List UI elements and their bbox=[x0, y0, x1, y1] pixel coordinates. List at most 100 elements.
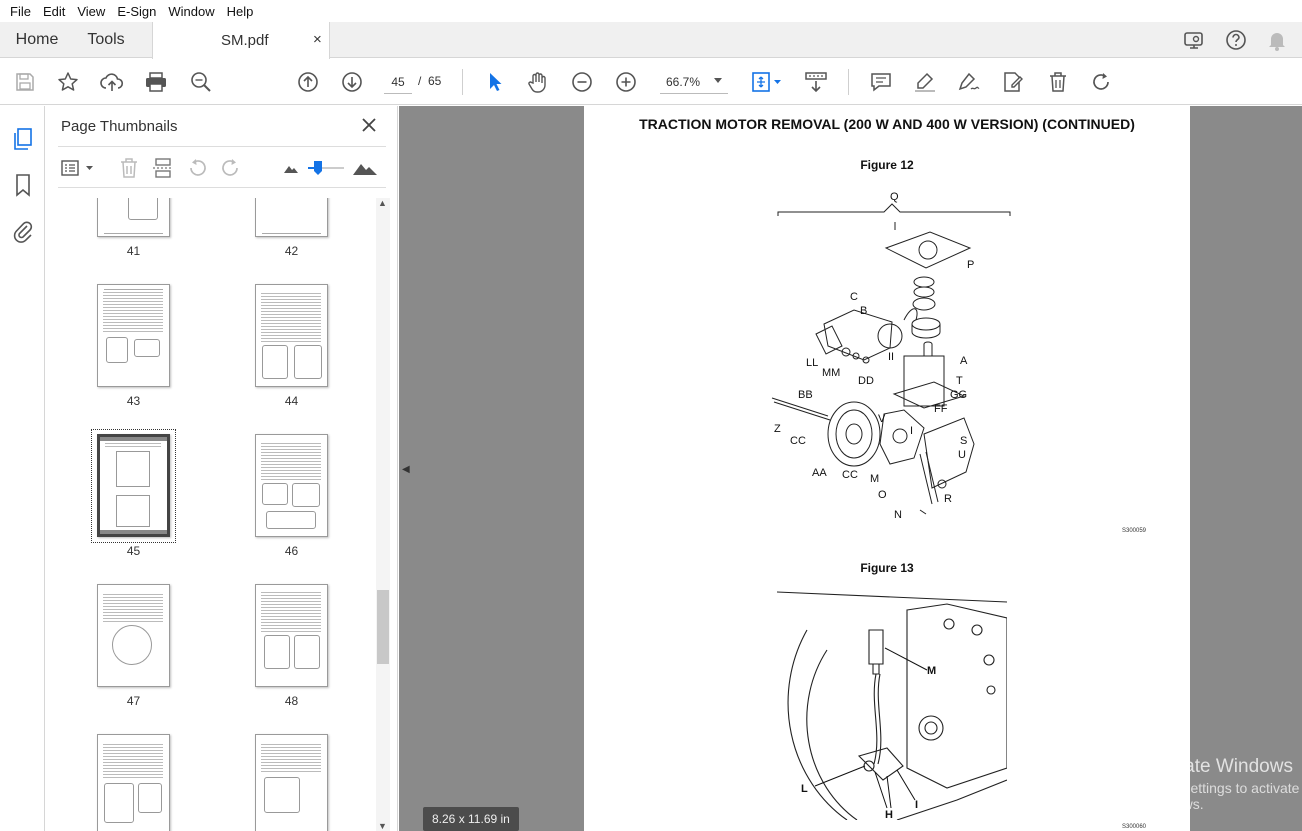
thumbnail-label: 44 bbox=[284, 394, 299, 408]
close-tab-icon[interactable]: × bbox=[313, 31, 322, 48]
hand-tool-icon[interactable] bbox=[525, 69, 551, 95]
thumbnail-page-44[interactable] bbox=[255, 284, 328, 387]
svg-text:Q: Q bbox=[890, 191, 899, 203]
svg-text:II: II bbox=[888, 351, 894, 363]
thumbnail-list: 41 42 43 44 45 46 47 48 bbox=[60, 198, 374, 831]
zoom-in-icon[interactable] bbox=[613, 69, 639, 95]
thumbnail-size-slider[interactable] bbox=[304, 155, 348, 181]
svg-text:MM: MM bbox=[822, 367, 840, 379]
attachments-paperclip-icon[interactable] bbox=[10, 218, 36, 244]
edit-document-icon[interactable] bbox=[1000, 69, 1026, 95]
upload-cloud-icon[interactable] bbox=[99, 69, 125, 95]
thumbnail-page-41[interactable] bbox=[97, 198, 170, 237]
svg-text:BB: BB bbox=[798, 389, 813, 401]
menu-help[interactable]: Help bbox=[221, 4, 260, 19]
next-page-icon[interactable] bbox=[339, 69, 365, 95]
chevron-down-icon bbox=[714, 78, 722, 83]
delete-trash-icon[interactable] bbox=[1045, 69, 1071, 95]
svg-text:L: L bbox=[801, 783, 808, 795]
save-icon[interactable] bbox=[12, 69, 38, 95]
svg-text:R: R bbox=[944, 493, 952, 505]
page-thumbnails-icon[interactable] bbox=[10, 126, 36, 152]
main-toolbar: 45 / 65 66.7% bbox=[0, 59, 1302, 105]
figure-12-code: S300059 bbox=[1122, 528, 1147, 534]
thumbnail-label: 45 bbox=[126, 544, 141, 558]
thumbnail-page-42[interactable] bbox=[255, 198, 328, 237]
delete-page-icon[interactable] bbox=[116, 155, 142, 181]
svg-text:GG: GG bbox=[950, 389, 967, 401]
svg-text:N: N bbox=[894, 509, 902, 521]
thumbnail-page-50[interactable] bbox=[255, 734, 328, 831]
zoom-out-icon[interactable] bbox=[569, 69, 595, 95]
svg-text:M: M bbox=[870, 473, 879, 485]
toolbar-divider bbox=[462, 69, 463, 95]
thumbnail-page-47[interactable] bbox=[97, 584, 170, 687]
smaller-thumbnails-icon[interactable] bbox=[278, 155, 304, 181]
print-icon[interactable] bbox=[143, 69, 169, 95]
toolbar-divider bbox=[848, 69, 849, 95]
thumbnail-label: 43 bbox=[126, 394, 141, 408]
fit-page-icon[interactable] bbox=[750, 69, 784, 95]
share-screen-icon[interactable] bbox=[1182, 28, 1206, 52]
thumbnail-page-49[interactable] bbox=[97, 734, 170, 831]
thumbnail-scrollbar[interactable]: ▲ ▼ bbox=[376, 198, 390, 831]
previous-page-icon[interactable] bbox=[295, 69, 321, 95]
thumbnail-toolbar bbox=[58, 146, 386, 188]
thumbnail-label: 41 bbox=[126, 244, 141, 258]
windows-activation-hint: Go to Settings to activate Windows. bbox=[1143, 780, 1300, 812]
menu-view[interactable]: View bbox=[71, 4, 111, 19]
bookmark-star-icon[interactable] bbox=[55, 69, 81, 95]
scroll-mode-icon[interactable] bbox=[803, 69, 829, 95]
zoom-value: 66.7% bbox=[666, 74, 701, 89]
scroll-up-icon[interactable]: ▲ bbox=[378, 198, 387, 208]
draw-signature-icon[interactable] bbox=[956, 69, 982, 95]
thumbnail-options-icon[interactable] bbox=[60, 155, 96, 181]
svg-text:V: V bbox=[878, 413, 886, 425]
rotate-right-icon[interactable] bbox=[218, 155, 244, 181]
larger-thumbnails-icon[interactable] bbox=[352, 155, 378, 181]
menu-edit[interactable]: Edit bbox=[37, 4, 71, 19]
help-icon[interactable] bbox=[1224, 28, 1248, 52]
svg-text:C: C bbox=[850, 291, 858, 303]
thumbnail-page-48[interactable] bbox=[255, 584, 328, 687]
notifications-bell-icon[interactable] bbox=[1265, 28, 1289, 52]
menu-esign[interactable]: E-Sign bbox=[111, 4, 162, 19]
comment-icon[interactable] bbox=[868, 69, 894, 95]
menu-window[interactable]: Window bbox=[162, 4, 220, 19]
collapse-panel-icon[interactable]: ◀ bbox=[402, 464, 410, 475]
svg-text:H: H bbox=[885, 809, 893, 820]
svg-text:S: S bbox=[960, 435, 967, 447]
page-heading: TRACTION MOTOR REMOVAL (200 W AND 400 W … bbox=[639, 116, 1135, 132]
scrollbar-handle[interactable] bbox=[377, 590, 389, 664]
svg-text:DD: DD bbox=[858, 375, 874, 387]
rotate-left-icon[interactable] bbox=[184, 155, 210, 181]
figure-13-diagram: M L H I bbox=[777, 590, 1007, 820]
insert-page-icon[interactable] bbox=[150, 155, 176, 181]
pdf-page: TRACTION MOTOR REMOVAL (200 W AND 400 W … bbox=[584, 106, 1190, 831]
thumbnail-page-45[interactable] bbox=[97, 434, 170, 537]
figure-12-diagram: Q P C B LL MM DD II A T GG FF BB Z CC V … bbox=[771, 191, 1011, 521]
zoom-level-select[interactable]: 66.7% bbox=[660, 70, 728, 94]
svg-text:U: U bbox=[958, 449, 966, 461]
tab-document[interactable]: SM.pdf × bbox=[152, 22, 330, 59]
left-navigation-rail bbox=[0, 106, 45, 831]
svg-text:FF: FF bbox=[934, 403, 948, 415]
document-view[interactable]: ◀ TRACTION MOTOR REMOVAL (200 W AND 400 … bbox=[399, 106, 1302, 831]
scroll-down-icon[interactable]: ▼ bbox=[378, 821, 387, 831]
svg-text:LL: LL bbox=[806, 357, 818, 369]
bookmarks-icon[interactable] bbox=[10, 172, 36, 198]
svg-text:A: A bbox=[960, 355, 968, 367]
thumbnail-page-43[interactable] bbox=[97, 284, 170, 387]
document-tab-label: SM.pdf bbox=[221, 32, 269, 49]
svg-text:I: I bbox=[915, 799, 918, 811]
page-number-input[interactable]: 45 bbox=[384, 70, 412, 94]
thumbnail-page-46[interactable] bbox=[255, 434, 328, 537]
tab-home[interactable]: Home bbox=[4, 22, 70, 58]
search-zoom-icon[interactable] bbox=[188, 69, 214, 95]
redo-icon[interactable] bbox=[1089, 69, 1115, 95]
close-panel-icon[interactable] bbox=[358, 114, 380, 136]
select-cursor-icon[interactable] bbox=[482, 69, 508, 95]
highlight-pen-icon[interactable] bbox=[912, 69, 938, 95]
tab-tools[interactable]: Tools bbox=[76, 22, 136, 58]
menu-file[interactable]: File bbox=[4, 4, 37, 19]
